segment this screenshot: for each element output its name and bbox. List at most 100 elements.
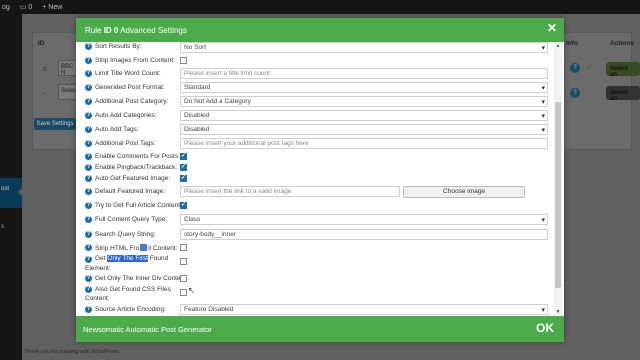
info-badge-icon[interactable]: ? [570, 63, 580, 73]
additional-category-select[interactable]: Do Not Add a Category [180, 96, 548, 107]
help-icon[interactable]: ? [85, 275, 92, 282]
admin-bar-site-link[interactable]: og [2, 4, 10, 11]
help-icon[interactable]: ? [85, 188, 92, 195]
row-id: 0 [43, 66, 47, 73]
action-select[interactable]: Select an [606, 86, 640, 102]
column-header-id: ID [38, 40, 45, 47]
new-content-link[interactable]: + New [42, 4, 62, 11]
enable-comments-checkbox[interactable] [180, 152, 187, 160]
admin-footer-text: Thank you for creating with WordPress. [24, 349, 121, 355]
comments-count: 0 [28, 4, 33, 11]
comments-icon[interactable]: ▭ 0 [20, 3, 32, 11]
help-icon[interactable]: ? [85, 202, 92, 209]
post-format-label: Generated Post Format: [95, 84, 165, 91]
sort-results-select[interactable]: No Sort [180, 42, 548, 53]
full-article-checkbox[interactable] [180, 201, 187, 209]
modal-header: Rule ID 0 Advanced Settings ✕ [76, 18, 564, 42]
strip-images-label: Strip Images From Content: [95, 57, 175, 64]
strip-html-label-a: Strip HTML Fro [95, 245, 140, 252]
help-icon[interactable]: ? [85, 140, 92, 147]
get-only-first-label: Get Only The First Found [95, 255, 168, 262]
footer-plugin-name: Newsomatic Automatic Post Generator [83, 325, 212, 334]
help-icon[interactable]: ? [85, 306, 92, 313]
modal-footer: Newsomatic Automatic Post Generator OK [76, 316, 564, 342]
search-query-input[interactable]: story-body__inner [180, 229, 548, 240]
enable-comments-label: Enable Comments For Posts: [95, 153, 180, 160]
get-only-first-checkbox[interactable] [180, 258, 187, 265]
choose-image-button[interactable]: Choose image [403, 186, 525, 198]
css-files-label-line2: Content: [85, 295, 110, 302]
sidebar-item-active[interactable]: ost [0, 178, 22, 208]
info-badge-icon[interactable]: ? [570, 88, 580, 98]
strip-html-checkbox[interactable] [180, 244, 187, 251]
help-icon[interactable]: ? [85, 244, 92, 251]
source-encoding-label: Source Article Encoding: [95, 306, 166, 313]
inner-div-checkbox[interactable] [180, 275, 187, 282]
help-icon[interactable]: ? [85, 256, 92, 263]
get-only-first-prefix: Get [95, 255, 106, 262]
help-icon[interactable]: ? [85, 286, 92, 293]
drag-cursor-icon [140, 244, 148, 251]
scroll-up-arrow-icon[interactable]: ▲ [555, 43, 561, 49]
featured-image-checkbox[interactable] [180, 174, 187, 182]
query-type-select[interactable]: Class [180, 214, 548, 225]
query-type-label: Full Content Query Type: [95, 216, 168, 223]
default-featured-label: Default Featured Image: [95, 188, 166, 195]
help-icon[interactable]: ? [85, 57, 92, 64]
active-check-icon[interactable]: ✓ [586, 62, 594, 73]
featured-image-label: Auto Get Featured Image: [95, 175, 171, 182]
default-featured-input[interactable]: Please insert the link to a valid image [180, 186, 400, 197]
help-icon[interactable]: ? [85, 216, 92, 223]
help-icon[interactable]: ? [85, 84, 92, 91]
post-format-select[interactable]: Standard [180, 82, 548, 93]
auto-tags-select[interactable]: Disabled [180, 124, 548, 135]
sidebar-item-label-2[interactable]: s [1, 224, 4, 230]
help-icon[interactable]: ? [85, 153, 92, 160]
help-icon[interactable]: ? [85, 43, 92, 50]
auto-tags-label: Auto Add Tags: [95, 126, 139, 133]
close-icon[interactable]: ✕ [547, 21, 557, 35]
scrollbar-thumb[interactable] [555, 102, 561, 288]
modal-title-suffix: Advanced Settings [120, 26, 187, 35]
css-files-label: Also Get Found CSS Files [95, 286, 171, 293]
modal-body: ? Sort Results By: No Sort ? Strip Image… [76, 42, 564, 316]
help-icon[interactable]: ? [85, 112, 92, 119]
source-encoding-select[interactable]: Feature Disabled [180, 304, 548, 315]
modal-title: Rule ID 0 Advanced Settings [85, 26, 187, 35]
row-id: - [43, 90, 46, 97]
admin-bar: og ▭ 0 + New [0, 0, 640, 14]
sidebar-item-label: ost [1, 186, 10, 192]
action-select[interactable]: Select an [606, 62, 640, 78]
css-files-checkbox[interactable] [180, 289, 187, 296]
mouse-cursor-icon: ↖ [188, 286, 195, 295]
ok-button[interactable]: OK [536, 321, 554, 335]
help-icon[interactable]: ? [85, 175, 92, 182]
help-icon[interactable]: ? [85, 126, 92, 133]
row-feed-input[interactable]: BBC N [58, 60, 78, 76]
auto-categories-select[interactable]: Disabled [180, 110, 548, 121]
advanced-settings-modal: Rule ID 0 Advanced Settings ✕ ? Sort Res… [76, 18, 564, 342]
full-article-label: Try to Get Full Article Content: [95, 202, 182, 209]
strip-images-checkbox[interactable] [180, 57, 187, 64]
additional-category-label: Additional Post Category: [95, 98, 169, 105]
search-query-label: Search Query String: [95, 231, 156, 238]
strip-html-label-b: ll Content: [148, 245, 178, 252]
selected-text-highlight: Only The First [107, 255, 148, 262]
get-only-first-suffix: Found [149, 255, 169, 262]
help-icon[interactable]: ? [85, 231, 92, 238]
modal-title-id: ID 0 [103, 26, 119, 35]
limit-title-label: Limit Title Word Count: [95, 70, 161, 77]
limit-title-input[interactable]: Please insert a title limit count [180, 68, 548, 79]
enable-pingback-checkbox[interactable] [180, 163, 187, 171]
scroll-down-arrow-icon[interactable]: ▼ [555, 309, 561, 315]
row-feed-select[interactable]: Selec [58, 84, 78, 100]
get-only-first-label-line2: Element: [85, 265, 111, 272]
additional-tags-input[interactable]: Please insert your additional post tags … [180, 138, 548, 149]
help-icon[interactable]: ? [85, 98, 92, 105]
inner-div-label: Get Only The Inner Div Content: [95, 275, 188, 282]
help-icon[interactable]: ? [85, 164, 92, 171]
modal-scrollbar[interactable]: ▲ ▼ [554, 42, 562, 316]
help-icon[interactable]: ? [85, 70, 92, 77]
column-header-info: Info [566, 40, 578, 47]
save-settings-button[interactable]: Save Settings [34, 118, 76, 130]
